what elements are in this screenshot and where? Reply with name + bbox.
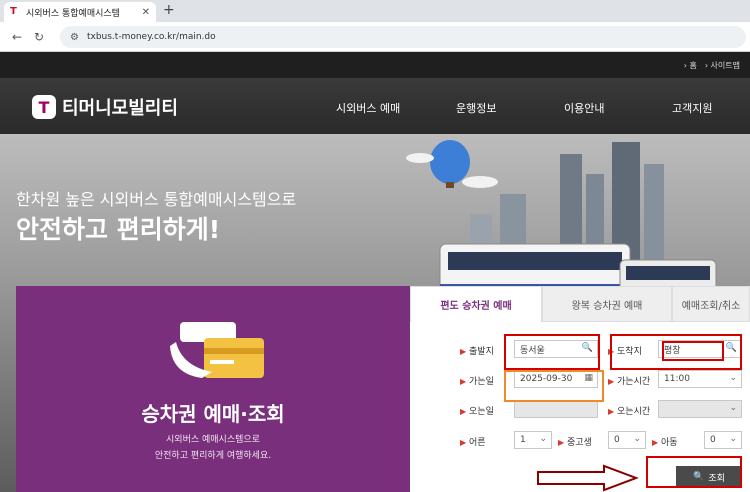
hero-subtitle: 한차원 높은 시외버스 통합예매시스템으로 [16, 190, 297, 209]
chevron-down-icon: ⌄ [729, 373, 737, 383]
tmoney-logo-icon: T [32, 95, 56, 119]
go-time-select[interactable]: 11:00 ⌄ [658, 370, 742, 388]
site-info-icon[interactable]: ⚙ [70, 32, 79, 43]
annotation-box-go-date [504, 370, 604, 402]
chevron-down-icon: ⌄ [539, 434, 547, 444]
adult-select[interactable]: 1 ⌄ [514, 431, 552, 449]
site-content: › 홈 › 사이트맵 T 티머니모빌리티 시외버스 예매 운행정보 이용안내 고… [0, 52, 750, 492]
nav-bus-booking[interactable]: 시외버스 예매 [336, 100, 400, 116]
url-field[interactable]: ⚙ txbus.t-money.co.kr/main.do [60, 26, 746, 48]
annotation-box-search [646, 456, 742, 488]
back-icon[interactable]: ← [6, 30, 28, 44]
chevron-down-icon: ⌄ [729, 434, 737, 444]
ticket-card-icon [170, 322, 264, 378]
annotation-box-arrival-value [662, 341, 724, 361]
home-link[interactable]: › 홈 [684, 60, 697, 71]
adult-label: ▶ 어른 [460, 438, 486, 448]
url-text: txbus.t-money.co.kr/main.do [86, 32, 216, 42]
nav-support[interactable]: 고객지원 [672, 100, 712, 116]
come-date-label: ▶ 오는일 [460, 407, 494, 417]
logo-text: 티머니모빌리티 [62, 98, 178, 119]
browser-tab[interactable]: T 시외버스 통합예매시스템 ✕ [4, 2, 156, 22]
departure-label: ▶ 출발지 [460, 347, 494, 357]
reload-icon[interactable]: ↻ [28, 30, 50, 44]
come-row: ▶ 오는일 ▶ 오는시간 ⌄ [410, 400, 750, 422]
hero-title: 안전하고 편리하게! [16, 215, 221, 244]
sitemap-link[interactable]: › 사이트맵 [705, 60, 740, 71]
promo-description: 시외버스 예매시스템으로 안전하고 편리하게 여행하세요. [154, 435, 272, 461]
nav-guide[interactable]: 이용안내 [564, 100, 604, 116]
go-time-label: ▶ 가는시간 [608, 377, 651, 387]
go-date-label: ▶ 가는일 [460, 377, 494, 387]
booking-tabs: 편도 승차권 예매 왕복 승차권 예매 예매조회/취소 [410, 286, 750, 322]
tab-roundtrip[interactable]: 왕복 승차권 예매 [542, 286, 672, 322]
child-label: ▶ 아동 [652, 438, 678, 448]
chevron-down-icon: ⌄ [633, 434, 641, 444]
chevron-down-icon: ⌄ [729, 403, 737, 413]
student-select[interactable]: 0 ⌄ [608, 431, 646, 449]
annotation-arrow-icon [537, 464, 639, 492]
tab-lookup-cancel[interactable]: 예매조회/취소 [672, 286, 750, 322]
come-date-input [514, 400, 598, 418]
new-tab-button[interactable]: + [163, 2, 175, 18]
tmoney-favicon-icon: T [10, 7, 20, 17]
student-label: ▶ 중고생 [558, 438, 592, 448]
promo-title: 승차권 예매·조회 [141, 402, 285, 426]
main-header: T 티머니모빌리티 시외버스 예매 운행정보 이용안내 고객지원 [0, 78, 750, 134]
nav-schedule[interactable]: 운행정보 [456, 100, 496, 116]
passenger-row: ▶ 어른 1 ⌄ ▶ 중고생 0 ⌄ ▶ 아동 0 ⌄ [410, 431, 750, 453]
tab-oneway[interactable]: 편도 승차권 예매 [410, 286, 542, 322]
browser-tab-bar: T 시외버스 통합예매시스템 ✕ + [0, 0, 750, 22]
close-icon[interactable]: ✕ [142, 7, 150, 18]
come-time-select: ⌄ [658, 400, 742, 418]
utility-bar: › 홈 › 사이트맵 [0, 52, 750, 78]
tab-title: 시외버스 통합예매시스템 [26, 8, 120, 19]
logo[interactable]: T 티머니모빌리티 [32, 94, 178, 120]
promo-panel: 승차권 예매·조회 시외버스 예매시스템으로 안전하고 편리하게 여행하세요. [16, 286, 419, 492]
address-bar-row: ← ↻ ⚙ txbus.t-money.co.kr/main.do [0, 22, 750, 52]
child-select[interactable]: 0 ⌄ [704, 431, 742, 449]
come-time-label: ▶ 오는시간 [608, 407, 651, 417]
annotation-box-departure [504, 334, 600, 370]
